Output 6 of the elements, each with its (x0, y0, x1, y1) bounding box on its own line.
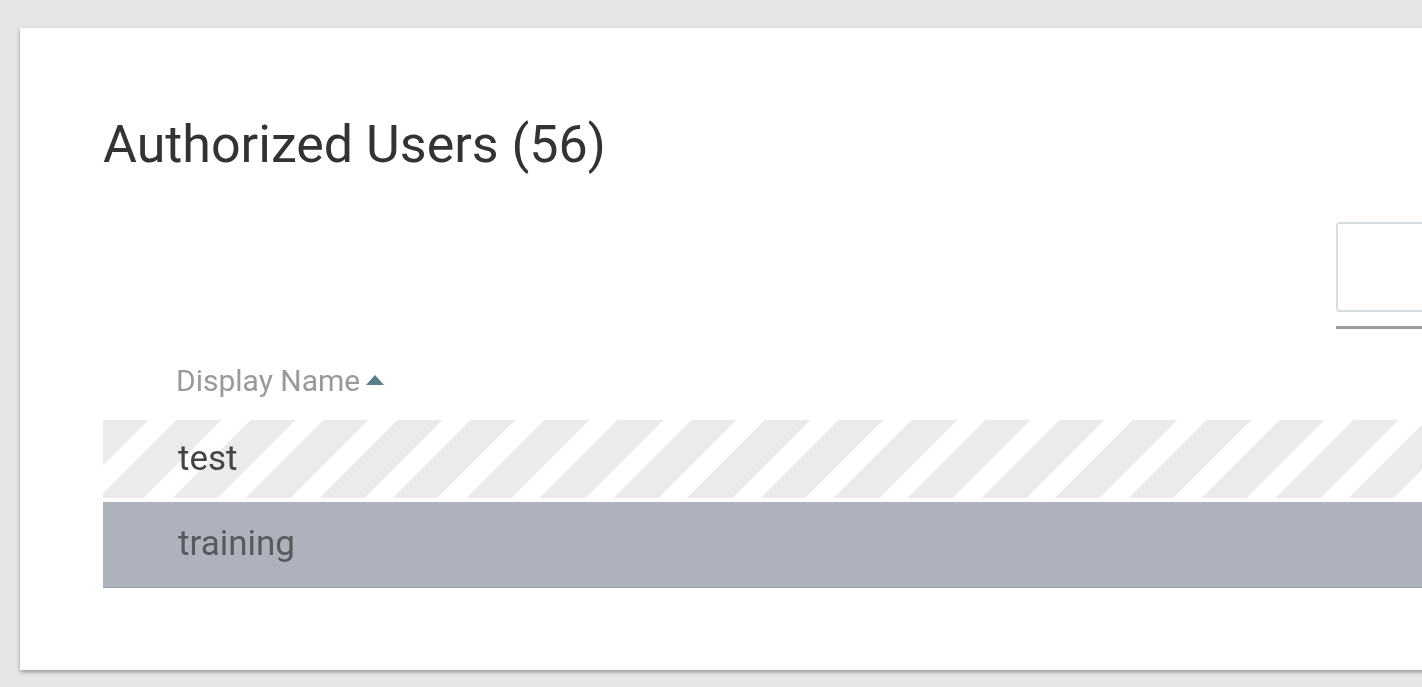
table-cell-text: training (178, 522, 295, 567)
table-cell-text: test (178, 436, 238, 481)
column-header[interactable]: Display Name (176, 357, 385, 403)
table-row[interactable]: training (103, 502, 1422, 588)
column-label: Display Name (176, 361, 361, 400)
table-row[interactable]: test (103, 420, 1422, 498)
